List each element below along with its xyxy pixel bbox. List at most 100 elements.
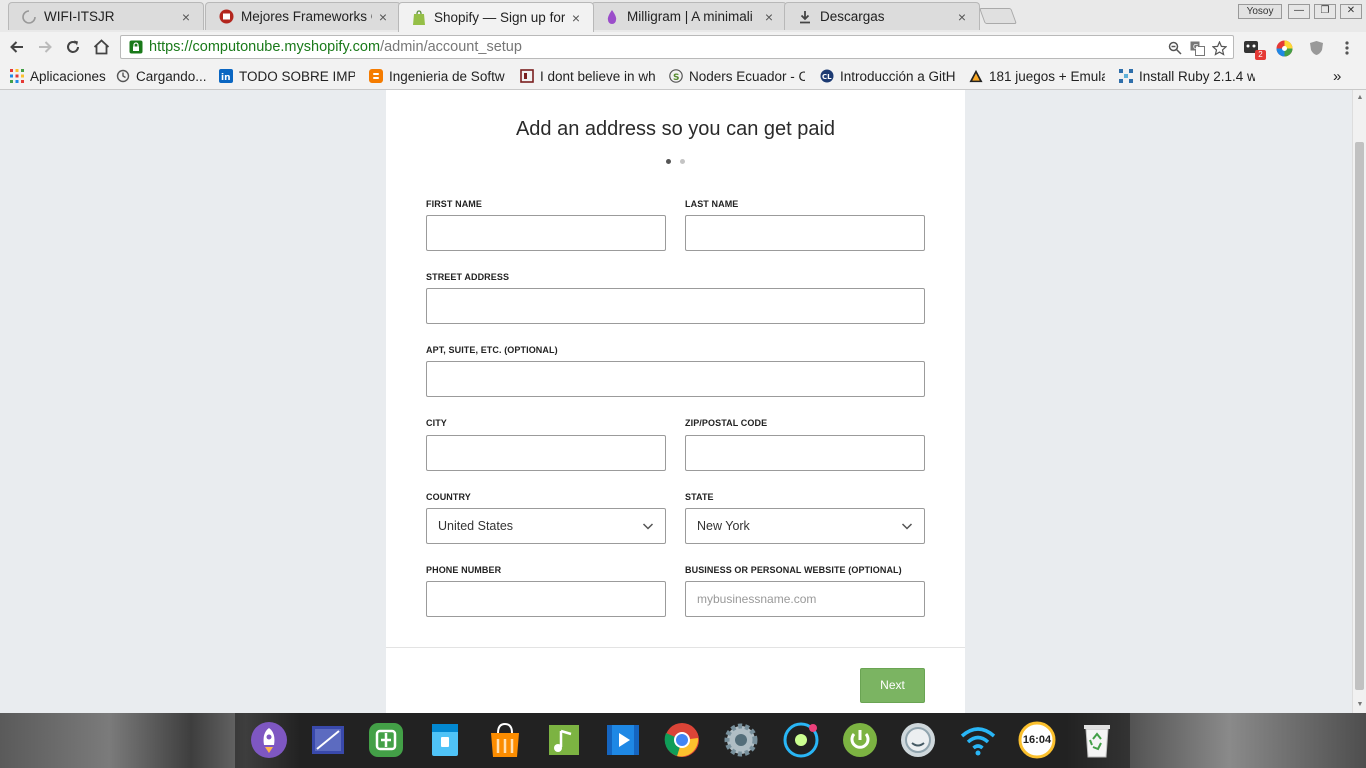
- clock-text: 16:04: [1022, 734, 1052, 746]
- chrome-icon[interactable]: [662, 720, 702, 760]
- tab-label: WIFI-ITSJR: [44, 9, 115, 24]
- file-manager-icon[interactable]: [425, 720, 465, 760]
- tab-milligram[interactable]: Milligram | A minimali ×: [591, 2, 787, 30]
- last-name-field[interactable]: [685, 215, 925, 251]
- close-window-button[interactable]: ✕: [1340, 4, 1362, 19]
- screenshot-tool-icon[interactable]: [308, 720, 348, 760]
- scroll-up-arrow-icon[interactable]: ▲: [1355, 93, 1365, 103]
- tab-close-icon[interactable]: ×: [955, 9, 969, 25]
- finder-icon[interactable]: [898, 720, 938, 760]
- tab-close-icon[interactable]: ×: [569, 10, 583, 26]
- tab-label: Mejores Frameworks C: [241, 9, 372, 24]
- shield-icon[interactable]: [1307, 39, 1325, 57]
- zoom-icon[interactable]: [1167, 40, 1183, 56]
- chevron-down-icon: [901, 523, 913, 530]
- color-wheel-icon[interactable]: [1275, 39, 1293, 57]
- tab-descargas[interactable]: Descargas ×: [784, 2, 980, 30]
- bookmark-noders[interactable]: S Noders Ecuador - C: [669, 67, 805, 85]
- settings-gear-icon[interactable]: [721, 720, 761, 760]
- forward-button[interactable]: [34, 36, 56, 58]
- city-field[interactable]: [426, 435, 666, 471]
- svg-text:in: in: [221, 73, 231, 83]
- milligram-drop-icon: [604, 9, 620, 25]
- bookmark-ingenieria[interactable]: Ingenieria de Softw: [369, 67, 508, 85]
- tab-mejores-frameworks[interactable]: Mejores Frameworks C ×: [205, 2, 401, 30]
- bookmark-page-icon: [520, 69, 534, 83]
- app-store-icon[interactable]: [366, 720, 406, 760]
- home-button[interactable]: [90, 36, 112, 58]
- tab-strip: WIFI-ITSJR × Mejores Frameworks C × Shop…: [0, 0, 1366, 32]
- secure-lock-icon: [129, 40, 143, 54]
- step-dot-inactive: [680, 159, 685, 164]
- address-bar[interactable]: https://computonube.myshopify.com/admin/…: [120, 35, 1234, 59]
- blogger-icon: [369, 69, 383, 83]
- scroll-down-arrow-icon[interactable]: ▼: [1355, 700, 1365, 710]
- trash-icon[interactable]: [1077, 720, 1117, 760]
- page-title: Add an address so you can get paid: [515, 118, 836, 140]
- phone-field[interactable]: [426, 581, 666, 617]
- svg-text:CL: CL: [822, 73, 832, 81]
- reload-button[interactable]: [62, 36, 84, 58]
- reload-icon: [67, 40, 79, 53]
- scroll-thumb[interactable]: [1355, 142, 1364, 690]
- camera-icon[interactable]: [781, 720, 821, 760]
- back-button[interactable]: [6, 36, 28, 58]
- tab-close-icon[interactable]: ×: [179, 9, 193, 25]
- state-select[interactable]: New York: [685, 508, 925, 544]
- video-player-icon[interactable]: [603, 720, 643, 760]
- zip-field[interactable]: [685, 435, 925, 471]
- noders-icon: S: [669, 69, 683, 83]
- linkedin-icon: in: [219, 69, 233, 83]
- next-button[interactable]: Next: [860, 668, 925, 703]
- wifi-icon[interactable]: [958, 720, 998, 760]
- new-tab-button[interactable]: [979, 8, 1017, 24]
- account-setup-card: Add an address so you can get paid FIRST…: [386, 90, 965, 713]
- website-field[interactable]: [685, 581, 925, 617]
- bookmarks-overflow-button[interactable]: »: [1333, 67, 1341, 85]
- tab-shopify[interactable]: Shopify — Sign up for ×: [398, 2, 594, 32]
- store-bag-icon[interactable]: [485, 720, 525, 760]
- site-favicon-icon: [218, 9, 234, 25]
- apt-suite-label: APT, SUITE, ETC. (OPTIONAL): [426, 345, 558, 355]
- bookmark-i-dont-believe[interactable]: I dont believe in wh: [520, 67, 655, 85]
- power-icon[interactable]: [840, 720, 880, 760]
- bookmark-181-juegos[interactable]: 181 juegos + Emula: [969, 67, 1105, 85]
- first-name-label: FIRST NAME: [426, 199, 482, 209]
- chrome-menu-icon[interactable]: [1338, 39, 1356, 57]
- music-player-icon[interactable]: [544, 720, 584, 760]
- tab-close-icon[interactable]: ×: [376, 9, 390, 25]
- maximize-button[interactable]: ❐: [1314, 4, 1336, 19]
- bookmark-cargando[interactable]: Cargando...: [116, 67, 207, 85]
- tab-label: Descargas: [820, 9, 885, 24]
- desktop-dock: 16:04: [0, 713, 1366, 768]
- bookmark-star-icon[interactable]: [1211, 40, 1227, 56]
- page-scrollbar[interactable]: ▲ ▼: [1352, 90, 1366, 713]
- minimize-button[interactable]: —: [1288, 4, 1310, 19]
- clock-icon[interactable]: 16:04: [1017, 720, 1057, 760]
- tab-label: Shopify — Sign up for: [434, 10, 565, 25]
- tab-label: Milligram | A minimali: [627, 9, 753, 24]
- extension-badge-count: 2: [1255, 50, 1266, 60]
- bookmarks-bar: Aplicaciones Cargando... in TODO SOBRE I…: [0, 62, 1366, 90]
- tab-wifi-itsjr[interactable]: WIFI-ITSJR ×: [8, 2, 204, 30]
- rocket-launcher-icon[interactable]: [249, 720, 289, 760]
- bookmark-introduccion-github[interactable]: CL Introducción a GitH: [820, 67, 956, 85]
- loading-spinner-icon: [21, 9, 37, 25]
- bookmark-todo-sobre[interactable]: in TODO SOBRE IMPR: [219, 67, 355, 85]
- street-address-field[interactable]: [426, 288, 925, 324]
- bookmark-install-ruby[interactable]: Install Ruby 2.1.4 w: [1119, 67, 1255, 85]
- apps-grid-icon: [10, 69, 24, 83]
- forward-arrow-icon: [39, 41, 52, 53]
- bookmark-apps[interactable]: Aplicaciones: [10, 67, 106, 85]
- home-icon: [93, 39, 109, 55]
- first-name-field[interactable]: [426, 215, 666, 251]
- page-viewport: Add an address so you can get paid FIRST…: [0, 90, 1352, 713]
- translate-icon[interactable]: G: [1189, 40, 1205, 56]
- apt-suite-field[interactable]: [426, 361, 925, 397]
- country-select[interactable]: United States: [426, 508, 666, 544]
- back-arrow-icon: [10, 41, 23, 53]
- city-label: CITY: [426, 418, 447, 428]
- country-value: United States: [438, 519, 514, 533]
- tab-close-icon[interactable]: ×: [762, 9, 776, 25]
- profile-button[interactable]: Yosoy: [1238, 4, 1282, 19]
